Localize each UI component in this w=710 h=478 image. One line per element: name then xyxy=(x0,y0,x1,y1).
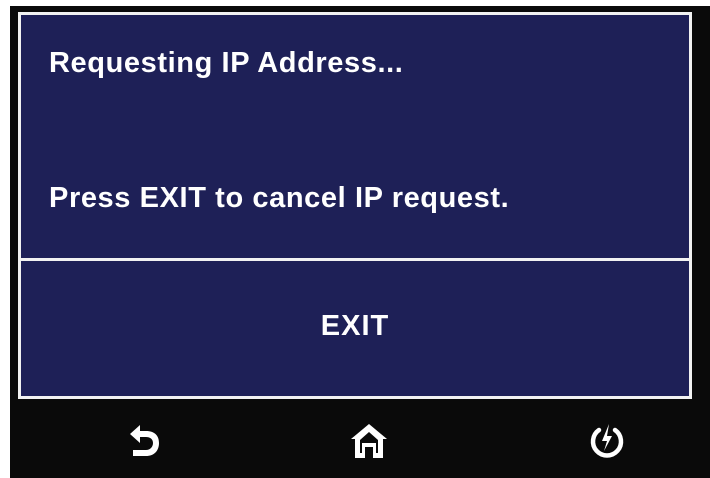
message-panel: Requesting IP Address... Press EXIT to c… xyxy=(18,12,692,258)
exit-button[interactable]: EXIT xyxy=(18,261,692,399)
power-icon xyxy=(590,424,624,458)
back-arrow-icon xyxy=(130,425,159,456)
exit-button-label: EXIT xyxy=(320,310,390,342)
bottom-nav-bar xyxy=(10,406,710,478)
status-message: Requesting IP Address... xyxy=(49,47,404,79)
instruction-message: Press EXIT to cancel IP request. xyxy=(49,182,510,214)
power-button[interactable] xyxy=(579,416,635,466)
back-button[interactable] xyxy=(116,416,172,466)
home-button[interactable] xyxy=(341,416,397,466)
home-icon xyxy=(351,424,387,458)
